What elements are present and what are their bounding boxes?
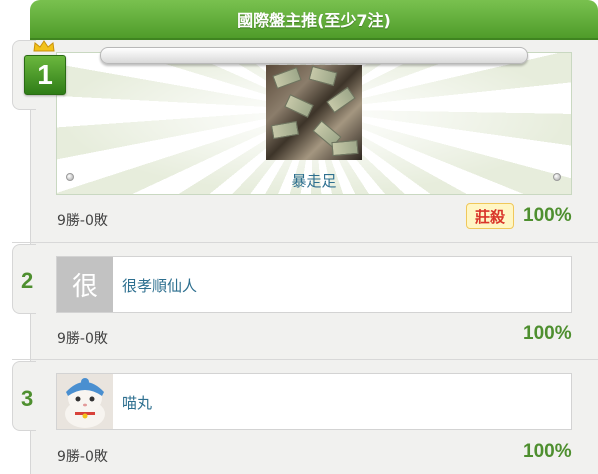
- entry-record: 9勝-0敗: [57, 449, 108, 465]
- cat-avatar-image: [57, 374, 113, 429]
- avatar[interactable]: 很: [57, 257, 113, 312]
- rank-number-2: 2: [21, 268, 34, 293]
- photo-detail: [272, 66, 302, 90]
- photo-detail: [308, 65, 338, 87]
- banner-bar: [100, 47, 528, 64]
- photo-detail: [284, 94, 314, 118]
- entry-record: 9勝-0敗: [57, 331, 108, 347]
- featured-avatar[interactable]: [266, 65, 362, 160]
- section-header: 國際盤主推(至少7注): [30, 0, 598, 40]
- user-name[interactable]: 喵丸: [122, 392, 152, 413]
- featured-percentage: 100%: [523, 205, 572, 226]
- section-title: 國際盤主推(至少7注): [237, 11, 391, 30]
- featured-record: 9勝-0敗: [57, 213, 108, 229]
- crown-icon: [33, 40, 55, 52]
- avatar[interactable]: [57, 374, 113, 429]
- photo-detail: [326, 86, 356, 114]
- list-item[interactable]: 喵丸: [56, 373, 572, 430]
- rank-badge-1: 1: [24, 55, 66, 95]
- photo-detail: [270, 120, 300, 140]
- photo-detail: [331, 139, 359, 157]
- entry-divider: [12, 359, 598, 360]
- pin-icon: [66, 173, 74, 181]
- pin-icon: [553, 173, 561, 181]
- featured-name[interactable]: 暴走足: [266, 170, 362, 191]
- rank-number-3: 3: [21, 386, 34, 411]
- entry-percentage: 100%: [523, 441, 572, 462]
- tag-badge: 莊殺: [466, 203, 514, 229]
- user-name[interactable]: 很孝順仙人: [122, 275, 197, 296]
- list-item[interactable]: 很 很孝順仙人: [56, 256, 572, 313]
- entry-divider: [12, 242, 598, 243]
- entry-percentage: 100%: [523, 323, 572, 344]
